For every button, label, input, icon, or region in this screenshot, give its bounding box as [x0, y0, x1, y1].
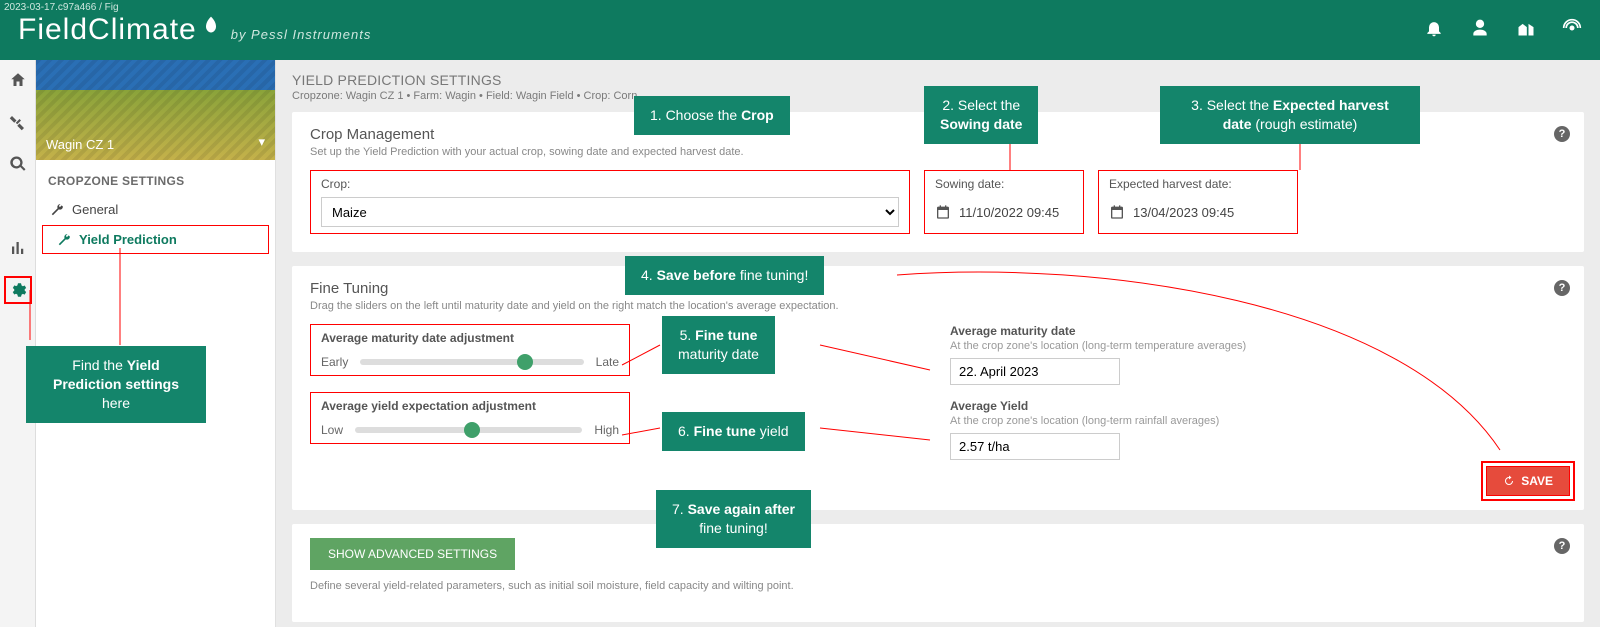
out-yield-val: 2.57 t/ha — [950, 433, 1120, 460]
top-bar: 2023-03-17.c97a466 / Fig FieldClimate by… — [0, 0, 1600, 60]
rail-search-icon[interactable] — [4, 150, 32, 178]
annot-4: 4. Save before fine tuning! — [625, 256, 824, 295]
out-maturity-val: 22. April 2023 — [950, 358, 1120, 385]
nav-yield-label: Yield Prediction — [79, 232, 177, 247]
maturity-slider[interactable] — [360, 359, 583, 365]
cropzone-hero[interactable]: Wagin CZ 1 ▾ — [36, 60, 275, 160]
out-maturity-label: Average maturity date — [950, 324, 1566, 338]
save-label: SAVE — [1521, 474, 1553, 488]
annot-1: 1. Choose the Crop — [634, 96, 790, 135]
yield-left: Low — [321, 423, 343, 437]
crop-field: Crop: Maize — [310, 170, 910, 234]
help-icon[interactable]: ? — [1554, 280, 1570, 296]
nav-yield-prediction[interactable]: Yield Prediction — [42, 225, 269, 254]
maturity-label: Average maturity date adjustment — [321, 331, 619, 345]
wrench-icon — [50, 203, 64, 217]
annot-0: Find the Yield Prediction settings here — [26, 346, 206, 423]
harvest-date-input[interactable]: 13/04/2023 09:45 — [1109, 197, 1287, 227]
icon-rail — [0, 60, 36, 627]
left-panel: Wagin CZ 1 ▾ CROPZONE SETTINGS General Y… — [36, 60, 276, 627]
yield-right: High — [594, 423, 619, 437]
sowing-value: 11/10/2022 09:45 — [959, 205, 1059, 220]
help-icon[interactable]: ? — [1554, 126, 1570, 142]
harvest-label: Expected harvest date: — [1109, 177, 1287, 191]
calendar-icon — [935, 204, 951, 220]
help-icon[interactable]: ? — [1554, 538, 1570, 554]
build-tag: 2023-03-17.c97a466 / Fig — [4, 2, 119, 13]
sowing-field: Sowing date: 11/10/2022 09:45 — [924, 170, 1084, 234]
annot-2: 2. Select the Sowing date — [924, 86, 1038, 144]
harvest-value: 13/04/2023 09:45 — [1133, 205, 1234, 220]
logo-byline: by Pessl Instruments — [231, 27, 372, 42]
maturity-left: Early — [321, 355, 348, 369]
main-area: YIELD PREDICTION SETTINGS Cropzone: Wagi… — [276, 60, 1600, 627]
ft-heading: Fine Tuning — [310, 280, 1566, 297]
user-icon[interactable] — [1470, 18, 1490, 43]
annot-5: 5. Fine tune maturity date — [662, 316, 775, 374]
nav-general[interactable]: General — [36, 196, 275, 223]
rail-home-icon[interactable] — [4, 66, 32, 94]
yield-label: Average yield expectation adjustment — [321, 399, 619, 413]
annot-3: 3. Select the Expected harvest date (rou… — [1160, 86, 1420, 144]
harvest-field: Expected harvest date: 13/04/2023 09:45 — [1098, 170, 1298, 234]
save-button[interactable]: SAVE — [1486, 466, 1570, 496]
crop-select[interactable]: Maize — [321, 197, 899, 227]
farm-icon[interactable] — [1516, 18, 1536, 43]
rail-chart-icon[interactable] — [4, 234, 32, 262]
cropzone-title: Wagin CZ 1 — [46, 137, 114, 152]
refresh-icon — [1503, 475, 1515, 487]
rail-settings-icon[interactable] — [4, 276, 32, 304]
annot-7: 7. Save again after fine tuning! — [656, 490, 811, 548]
bell-icon[interactable] — [1424, 18, 1444, 43]
maturity-tuner: Average maturity date adjustment Early L… — [310, 324, 630, 376]
logo: FieldClimate by Pessl Instruments — [18, 13, 371, 47]
crop-mgmt-sub: Set up the Yield Prediction with your ac… — [310, 146, 1566, 158]
sowing-label: Sowing date: — [935, 177, 1073, 191]
leftpanel-heading: CROPZONE SETTINGS — [48, 174, 263, 188]
advanced-sub: Define several yield-related parameters,… — [310, 580, 1566, 592]
yield-tuner: Average yield expectation adjustment Low… — [310, 392, 630, 444]
out-yield-label: Average Yield — [950, 399, 1566, 413]
crop-label: Crop: — [321, 177, 899, 191]
rail-satellite-icon[interactable] — [4, 108, 32, 136]
out-maturity-sub: At the crop zone's location (long-term t… — [950, 340, 1566, 352]
rail-irrigation-icon[interactable] — [4, 192, 32, 220]
calendar-icon — [1109, 204, 1125, 220]
logo-text: FieldClimate — [18, 13, 197, 47]
annot-6: 6. Fine tune yield — [662, 412, 805, 451]
maturity-right: Late — [596, 355, 619, 369]
leaf-icon — [201, 9, 221, 43]
show-advanced-button[interactable]: SHOW ADVANCED SETTINGS — [310, 538, 515, 570]
nav-general-label: General — [72, 202, 118, 217]
ft-sub: Drag the sliders on the left until matur… — [310, 300, 1566, 312]
sowing-date-input[interactable]: 11/10/2022 09:45 — [935, 197, 1073, 227]
wrench-icon — [57, 233, 71, 247]
broadcast-icon[interactable] — [1562, 18, 1582, 43]
card-advanced: ? SHOW ADVANCED SETTINGS Define several … — [292, 524, 1584, 622]
out-yield-sub: At the crop zone's location (long-term r… — [950, 415, 1566, 427]
yield-output: Average Yield At the crop zone's locatio… — [950, 399, 1566, 460]
card-fine-tuning: ? Fine Tuning Drag the sliders on the le… — [292, 266, 1584, 510]
chevron-down-icon: ▾ — [258, 134, 265, 150]
maturity-output: Average maturity date At the crop zone's… — [950, 324, 1566, 385]
yield-slider[interactable] — [355, 427, 582, 433]
